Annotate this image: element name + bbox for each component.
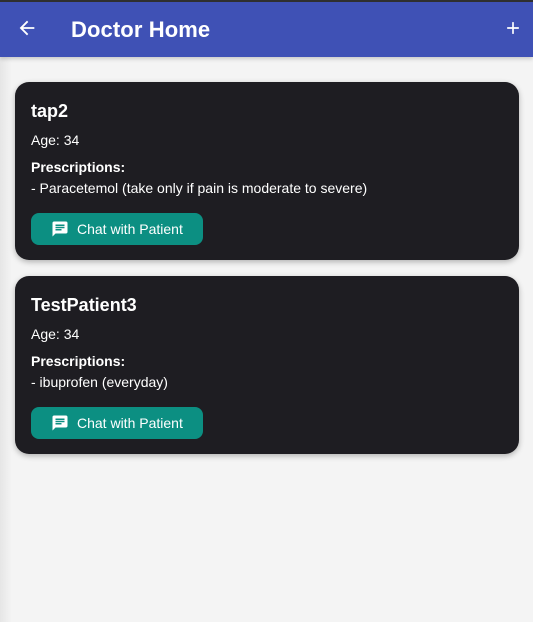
chat-with-patient-button[interactable]: Chat with Patient xyxy=(31,213,203,245)
add-button[interactable] xyxy=(497,14,529,46)
patient-name: TestPatient3 xyxy=(31,295,137,315)
back-button[interactable] xyxy=(11,14,43,46)
chat-with-patient-button[interactable]: Chat with Patient xyxy=(31,407,203,439)
chat-button-label: Chat with Patient xyxy=(77,221,183,237)
patient-age: Age: 34 xyxy=(31,132,80,148)
arrow-left-icon xyxy=(16,17,38,44)
doctor-home-screen: Doctor Home tap2 Age: 34 Prescriptions: … xyxy=(0,0,533,622)
patient-card: tap2 Age: 34 Prescriptions: - Paracetemo… xyxy=(15,82,519,260)
patient-age: Age: 34 xyxy=(31,326,80,342)
plus-icon xyxy=(503,18,523,43)
chat-button-label: Chat with Patient xyxy=(77,415,183,431)
prescription-item: - ibuprofen (everyday) xyxy=(31,374,168,390)
prescriptions-label: Prescriptions: xyxy=(31,159,126,175)
page-title: Doctor Home xyxy=(71,17,211,42)
app-bar: Doctor Home xyxy=(0,0,533,57)
prescriptions-label: Prescriptions: xyxy=(31,353,126,369)
message-icon xyxy=(51,220,69,238)
prescription-item: - Paracetemol (take only if pain is mode… xyxy=(31,180,368,196)
patient-name: tap2 xyxy=(31,101,69,121)
patient-list: tap2 Age: 34 Prescriptions: - Paracetemo… xyxy=(15,82,519,470)
patient-card: TestPatient3 Age: 34 Prescriptions: - ib… xyxy=(15,276,519,454)
message-icon xyxy=(51,414,69,432)
